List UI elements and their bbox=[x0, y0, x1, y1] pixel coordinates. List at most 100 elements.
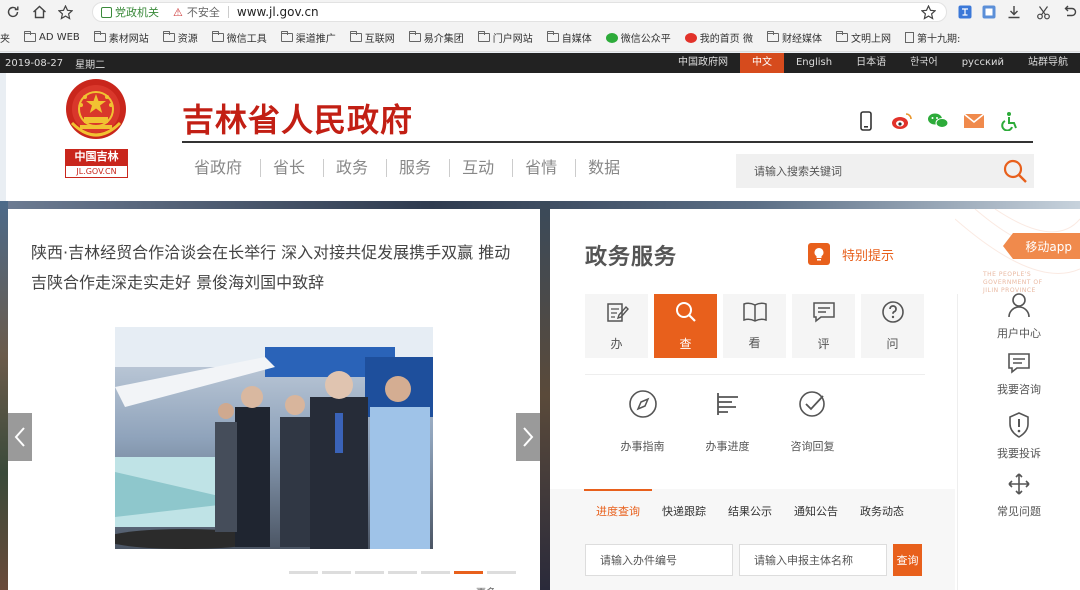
quick-link[interactable]: 办事指南 bbox=[600, 389, 685, 454]
top-link[interactable]: 站群导航 bbox=[1016, 53, 1080, 73]
side-menu-item[interactable]: 我要投诉 bbox=[987, 412, 1051, 472]
carousel-dot[interactable] bbox=[454, 571, 483, 574]
download-icon[interactable] bbox=[1007, 0, 1021, 24]
site-search bbox=[736, 154, 1034, 188]
carousel-dot[interactable] bbox=[355, 571, 384, 574]
bookmark-item[interactable]: AD WEB bbox=[24, 31, 80, 43]
top-link[interactable]: 日本语 bbox=[844, 53, 898, 73]
carousel-dot[interactable] bbox=[289, 571, 318, 574]
star-icon[interactable] bbox=[52, 0, 78, 24]
extension-icon[interactable] bbox=[982, 0, 996, 24]
query-tab[interactable]: 通知公告 bbox=[794, 503, 838, 519]
wechat-icon[interactable] bbox=[920, 109, 956, 133]
quick-link[interactable]: 办事进度 bbox=[685, 389, 770, 454]
bookmark-item[interactable]: 自媒体 bbox=[546, 30, 592, 45]
undo-icon[interactable] bbox=[1062, 0, 1077, 24]
site-title[interactable]: 吉林省人民政府 bbox=[182, 95, 413, 141]
bookmark-item[interactable]: 我的首页 微 bbox=[684, 30, 753, 45]
top-link[interactable]: 한국어 bbox=[898, 53, 950, 73]
folder-icon bbox=[280, 31, 293, 42]
bookmark-item[interactable]: 门户网站 bbox=[477, 30, 533, 45]
query-tab[interactable]: 快递跟踪 bbox=[662, 503, 706, 519]
bookmark-item[interactable]: 互联网 bbox=[349, 30, 395, 45]
side-menu-item[interactable]: 用户中心 bbox=[987, 292, 1051, 352]
address-bar[interactable]: 党政机关 ⚠ 不安全 www.jl.gov.cn bbox=[92, 2, 947, 22]
url-text[interactable]: www.jl.gov.cn bbox=[237, 5, 319, 19]
quick-link[interactable]: 咨询回复 bbox=[770, 389, 855, 454]
nav-item[interactable]: 省长 bbox=[261, 159, 325, 177]
special-notice[interactable]: 特别提示 bbox=[808, 243, 894, 265]
translate-icon[interactable] bbox=[958, 0, 972, 24]
bookmark-item[interactable]: 微信公众平 bbox=[605, 30, 671, 45]
weibo-icon[interactable] bbox=[884, 109, 920, 133]
bookmark-label: 互联网 bbox=[364, 34, 395, 45]
browser-window: 党政机关 ⚠ 不安全 www.jl.gov.cn 夹 AD WEB 素材网站 资源 微信工… bbox=[0, 0, 1080, 590]
scissors-icon[interactable] bbox=[1036, 0, 1051, 24]
nav-item[interactable]: 省政府 bbox=[182, 159, 262, 177]
quick-link-label: 办事指南 bbox=[620, 440, 665, 453]
service-tab[interactable]: 评 bbox=[792, 294, 855, 358]
bookmark-item[interactable]: 易介集团 bbox=[408, 30, 464, 45]
nav-item[interactable]: 互动 bbox=[450, 159, 514, 177]
nav-item[interactable]: 省情 bbox=[513, 159, 577, 177]
home-icon[interactable] bbox=[26, 0, 52, 24]
bookmark-item[interactable]: 文明上网 bbox=[835, 30, 891, 45]
top-link[interactable]: English bbox=[784, 53, 844, 73]
applicant-name-input[interactable] bbox=[739, 544, 887, 576]
side-menu-label: 用户中心 bbox=[997, 327, 1041, 340]
national-emblem-icon[interactable] bbox=[64, 77, 128, 149]
bookmark-label: 资源 bbox=[177, 34, 198, 45]
background-photo-middle bbox=[540, 201, 550, 590]
side-menu-item[interactable]: 常见问题 bbox=[987, 472, 1051, 532]
bookmark-item[interactable]: 素材网站 bbox=[93, 30, 149, 45]
user-icon bbox=[1007, 292, 1031, 321]
side-menu-label: 我要咨询 bbox=[997, 383, 1041, 396]
side-menu-item[interactable]: 我要咨询 bbox=[987, 352, 1051, 412]
service-tab[interactable]: 看 bbox=[723, 294, 786, 358]
reload-icon[interactable] bbox=[0, 0, 26, 24]
gov-badge: 党政机关 bbox=[101, 4, 159, 20]
carousel-next-button[interactable] bbox=[516, 413, 540, 461]
folder-icon bbox=[477, 31, 490, 42]
bookmark-item[interactable]: 夹 bbox=[0, 30, 10, 45]
bookmark-star-icon[interactable] bbox=[921, 0, 936, 24]
carousel-dot[interactable] bbox=[388, 571, 417, 574]
query-tab[interactable]: 进度查询 bbox=[584, 489, 652, 519]
nav-item[interactable]: 政务 bbox=[324, 159, 388, 177]
folder-icon bbox=[766, 31, 779, 42]
mobile-app-tab[interactable]: 移动app bbox=[1003, 233, 1080, 259]
top-link[interactable]: 中国政府网 bbox=[666, 53, 740, 73]
bookmark-item[interactable]: 财经媒体 bbox=[766, 30, 822, 45]
nav-item[interactable]: 数据 bbox=[576, 159, 638, 177]
service-tab[interactable]: 查 bbox=[654, 294, 717, 358]
bookmark-item[interactable]: 资源 bbox=[162, 30, 198, 45]
search-input[interactable] bbox=[754, 156, 994, 186]
top-link[interactable]: русский bbox=[950, 53, 1016, 73]
more-link[interactable]: 更多 bbox=[476, 584, 496, 590]
quick-link-label: 办事进度 bbox=[705, 440, 750, 453]
case-number-input[interactable] bbox=[585, 544, 733, 576]
carousel-dot[interactable] bbox=[322, 571, 351, 574]
service-tab[interactable]: 办 bbox=[585, 294, 648, 358]
query-button[interactable]: 查询 bbox=[893, 544, 922, 576]
service-tab[interactable]: 问 bbox=[861, 294, 924, 358]
email-icon[interactable] bbox=[956, 109, 992, 133]
mobile-icon[interactable] bbox=[848, 109, 884, 133]
query-tab[interactable]: 政务动态 bbox=[860, 503, 904, 519]
accessibility-icon[interactable] bbox=[992, 109, 1028, 133]
bookmark-item[interactable]: 渠道推广 bbox=[280, 30, 336, 45]
carousel-dot[interactable] bbox=[487, 571, 516, 574]
news-photo[interactable] bbox=[115, 327, 433, 549]
carousel-prev-button[interactable] bbox=[8, 413, 32, 461]
bookmark-item[interactable]: 微信工具 bbox=[211, 30, 267, 45]
top-link[interactable]: 中文 bbox=[739, 53, 784, 73]
chevron-right-icon bbox=[523, 427, 534, 447]
query-tab[interactable]: 结果公示 bbox=[728, 503, 772, 519]
bookmark-item[interactable]: 第十九期: bbox=[904, 30, 960, 45]
chevron-left-icon bbox=[14, 427, 25, 447]
carousel-dot[interactable] bbox=[421, 571, 450, 574]
search-icon[interactable] bbox=[1002, 158, 1028, 184]
insecure-indicator[interactable]: ⚠ 不安全 bbox=[173, 4, 220, 20]
news-headline[interactable]: 陕西·吉林经贸合作洽谈会在长举行 深入对接共促发展携手双赢 推动吉陕合作走深走实… bbox=[31, 238, 521, 298]
nav-item[interactable]: 服务 bbox=[387, 159, 451, 177]
